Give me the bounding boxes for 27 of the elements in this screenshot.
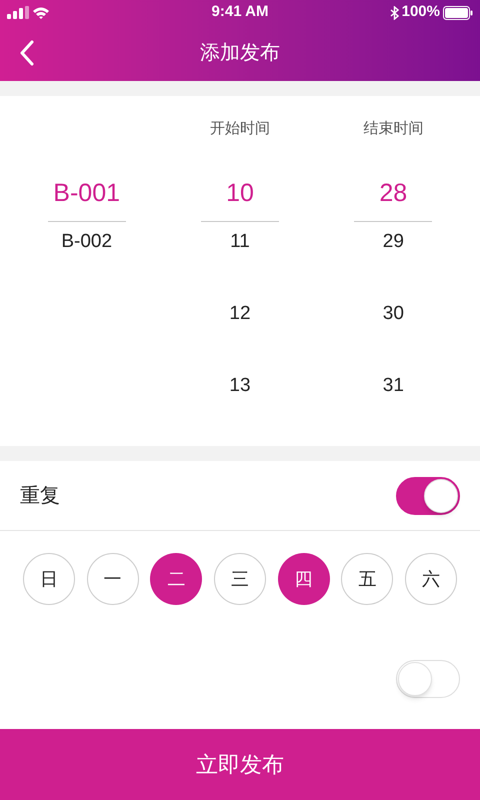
bluetooth-icon	[390, 6, 399, 20]
weekday-button[interactable]: 一	[86, 553, 139, 605]
battery-icon	[443, 6, 473, 20]
weekday-button[interactable]: 日	[23, 553, 75, 605]
picker-item[interactable]: 28	[354, 166, 432, 222]
picker-item[interactable]: 12	[229, 278, 251, 350]
picker-item[interactable]: 13	[229, 350, 251, 422]
picker-item[interactable]: B-001	[48, 166, 126, 222]
back-icon	[20, 40, 34, 66]
repeat-label: 重复	[20, 484, 60, 508]
weekday-button[interactable]: 五	[341, 553, 394, 605]
weekday-button[interactable]: 三	[214, 553, 266, 605]
picker-item[interactable]: 30	[382, 278, 404, 350]
toggle-switch[interactable]	[396, 660, 460, 698]
weekday-button[interactable]: 四	[278, 553, 330, 605]
picker-item[interactable]: 31	[382, 350, 404, 422]
weekday-button[interactable]: 二	[150, 553, 202, 605]
picker-item[interactable]: 10	[200, 166, 279, 222]
page-title: 添加发布	[200, 41, 280, 66]
weekday-button[interactable]: 六	[404, 553, 457, 605]
signal-icon	[7, 6, 51, 20]
status-time: 9:41 AM	[212, 2, 268, 22]
column-header: 开始时间	[210, 119, 270, 139]
battery-percent: 100%	[402, 2, 440, 22]
column-header: 结束时间	[363, 119, 424, 139]
publish-button[interactable]: 立即发布	[0, 729, 480, 800]
repeat-toggle[interactable]	[396, 476, 460, 514]
